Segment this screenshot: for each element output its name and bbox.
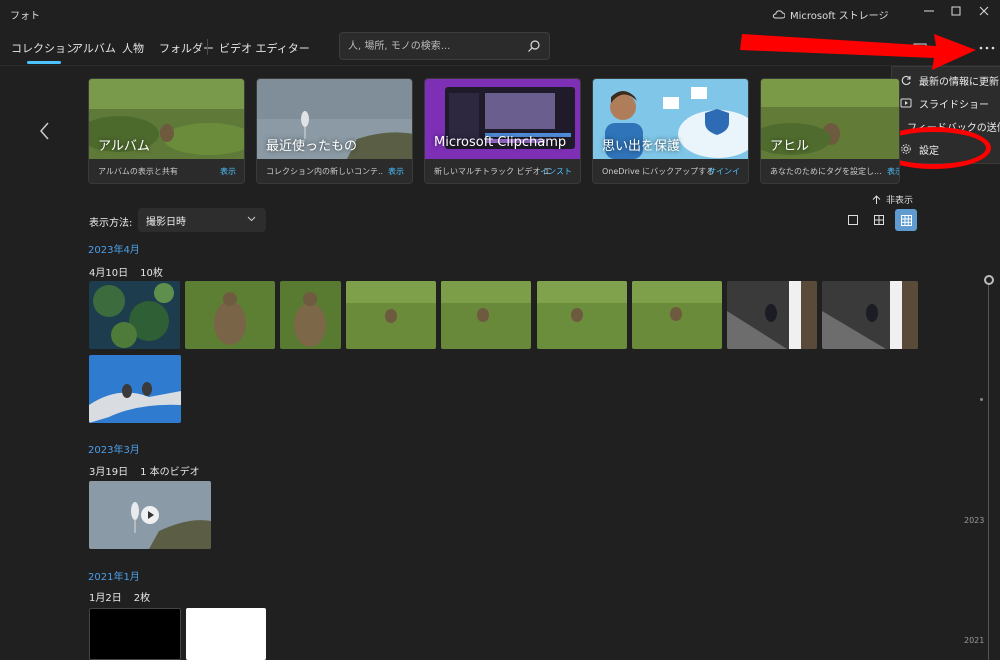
item-count: 10枚 xyxy=(140,268,163,279)
card-action-link[interactable]: 表示 xyxy=(220,166,236,177)
photo-thumbnail[interactable] xyxy=(89,355,181,423)
view-medium-button[interactable] xyxy=(868,209,890,231)
card-clipchamp[interactable]: Microsoft Clipchamp 新しいマルチトラック ビデオ エ... … xyxy=(424,78,581,184)
card-title: アヒル xyxy=(770,139,810,154)
card-title: 最近使ったもの xyxy=(266,139,358,154)
more-options-icon[interactable] xyxy=(977,38,997,56)
sort-label: 表示方法: xyxy=(89,218,133,229)
item-count: 2枚 xyxy=(133,593,151,604)
grid-4-icon xyxy=(874,215,884,225)
photo-thumbnail[interactable] xyxy=(537,281,627,349)
tab-divider xyxy=(207,39,208,55)
item-count: 1 本のビデオ xyxy=(140,467,200,478)
search-box[interactable] xyxy=(339,32,550,60)
close-icon xyxy=(979,6,989,16)
sort-value: 撮影日時 xyxy=(146,217,186,228)
timeline-year: 2021 xyxy=(964,636,985,645)
card-description: OneDrive にバックアップする xyxy=(602,167,715,176)
date-label: 4月10日 xyxy=(89,268,129,279)
card-title: アルバム xyxy=(98,139,150,154)
search-input[interactable] xyxy=(348,38,518,54)
video-thumbnail[interactable] xyxy=(89,481,211,549)
timeline-handle[interactable] xyxy=(984,275,994,285)
tab-collection[interactable]: コレクション xyxy=(11,40,77,64)
photo-thumbnail[interactable] xyxy=(346,281,436,349)
app-title: フォト xyxy=(10,11,40,22)
card-albums[interactable]: アルバム アルバムの表示と共有 表示 xyxy=(88,78,245,184)
photo-thumbnail[interactable] xyxy=(727,281,817,349)
card-description: 新しいマルチトラック ビデオ エ... xyxy=(434,167,552,176)
photo-thumbnail[interactable] xyxy=(280,281,341,349)
date-header: 1月2日 2枚 xyxy=(89,589,150,604)
photo-thumbnail[interactable] xyxy=(89,281,180,349)
maximize-icon xyxy=(951,6,961,16)
month-header: 2023年4月 xyxy=(88,245,140,256)
timeline-track[interactable] xyxy=(988,282,989,660)
view-large-button[interactable] xyxy=(842,209,864,231)
view-small-button[interactable] xyxy=(895,209,917,231)
carousel-back-icon[interactable] xyxy=(36,120,54,142)
photo-thumbnail[interactable] xyxy=(441,281,531,349)
card-action-link[interactable]: インスト xyxy=(540,166,572,177)
card-duck-tag[interactable]: アヒル あなたのためにタグを設定し... 表示 xyxy=(760,78,900,184)
square-icon xyxy=(848,215,858,225)
card-description: コレクション内の新しいコンテ... xyxy=(266,167,384,176)
date-label: 1月2日 xyxy=(89,593,122,604)
card-description: アルバムの表示と共有 xyxy=(98,167,178,176)
card-recent[interactable]: 最近使ったもの コレクション内の新しいコンテ... 表示 xyxy=(256,78,413,184)
play-icon xyxy=(141,506,159,524)
tab-people[interactable]: 人物 xyxy=(122,40,144,56)
photo-thumbnail[interactable] xyxy=(185,281,275,349)
photo-thumbnail[interactable] xyxy=(89,608,181,660)
photo-thumbnail[interactable] xyxy=(822,281,918,349)
tab-albums[interactable]: アルバム xyxy=(72,40,116,56)
card-action-link[interactable]: 表示 xyxy=(887,166,899,177)
hide-label: 非表示 xyxy=(886,196,914,206)
sort-dropdown[interactable]: 撮影日時 xyxy=(138,208,266,232)
card-title: Microsoft Clipchamp xyxy=(434,135,567,150)
slideshow-icon xyxy=(900,98,912,108)
maximize-button[interactable] xyxy=(944,2,968,20)
photo-thumbnail[interactable] xyxy=(186,608,266,660)
menu-item-label: スライドショー xyxy=(919,99,989,111)
photo-thumbnail[interactable] xyxy=(632,281,722,349)
arrow-up-icon xyxy=(872,194,881,204)
minimize-button[interactable] xyxy=(917,2,941,20)
grid-9-icon xyxy=(900,214,912,226)
tab-folders[interactable]: フォルダー xyxy=(159,40,214,56)
cloud-icon xyxy=(772,10,785,19)
card-action-link[interactable]: サインイ xyxy=(708,166,740,177)
search-icon[interactable] xyxy=(527,39,541,53)
card-description: あなたのためにタグを設定し... xyxy=(770,167,882,176)
date-label: 3月19日 xyxy=(89,467,129,478)
menu-item-slideshow[interactable]: スライドショー xyxy=(892,92,1000,114)
hide-button[interactable]: 非表示 xyxy=(872,193,913,206)
month-header: 2023年3月 xyxy=(88,445,140,456)
minimize-icon xyxy=(924,10,934,12)
month-header: 2021年1月 xyxy=(88,572,140,583)
chevron-down-icon xyxy=(247,216,256,222)
card-action-link[interactable]: 表示 xyxy=(388,166,404,177)
close-button[interactable] xyxy=(972,2,996,20)
timeline-year: 2023 xyxy=(964,516,985,525)
annotation-arrow xyxy=(740,34,976,70)
timeline-marker xyxy=(980,398,983,401)
card-title: 思い出を保護 xyxy=(602,139,681,154)
date-header: 3月19日 1 本のビデオ xyxy=(89,463,200,478)
card-protect-memories[interactable]: 思い出を保護 OneDrive にバックアップする サインイ xyxy=(592,78,749,184)
date-header: 4月10日 10枚 xyxy=(89,264,163,279)
tab-video-editor[interactable]: ビデオ エディター xyxy=(219,40,310,56)
